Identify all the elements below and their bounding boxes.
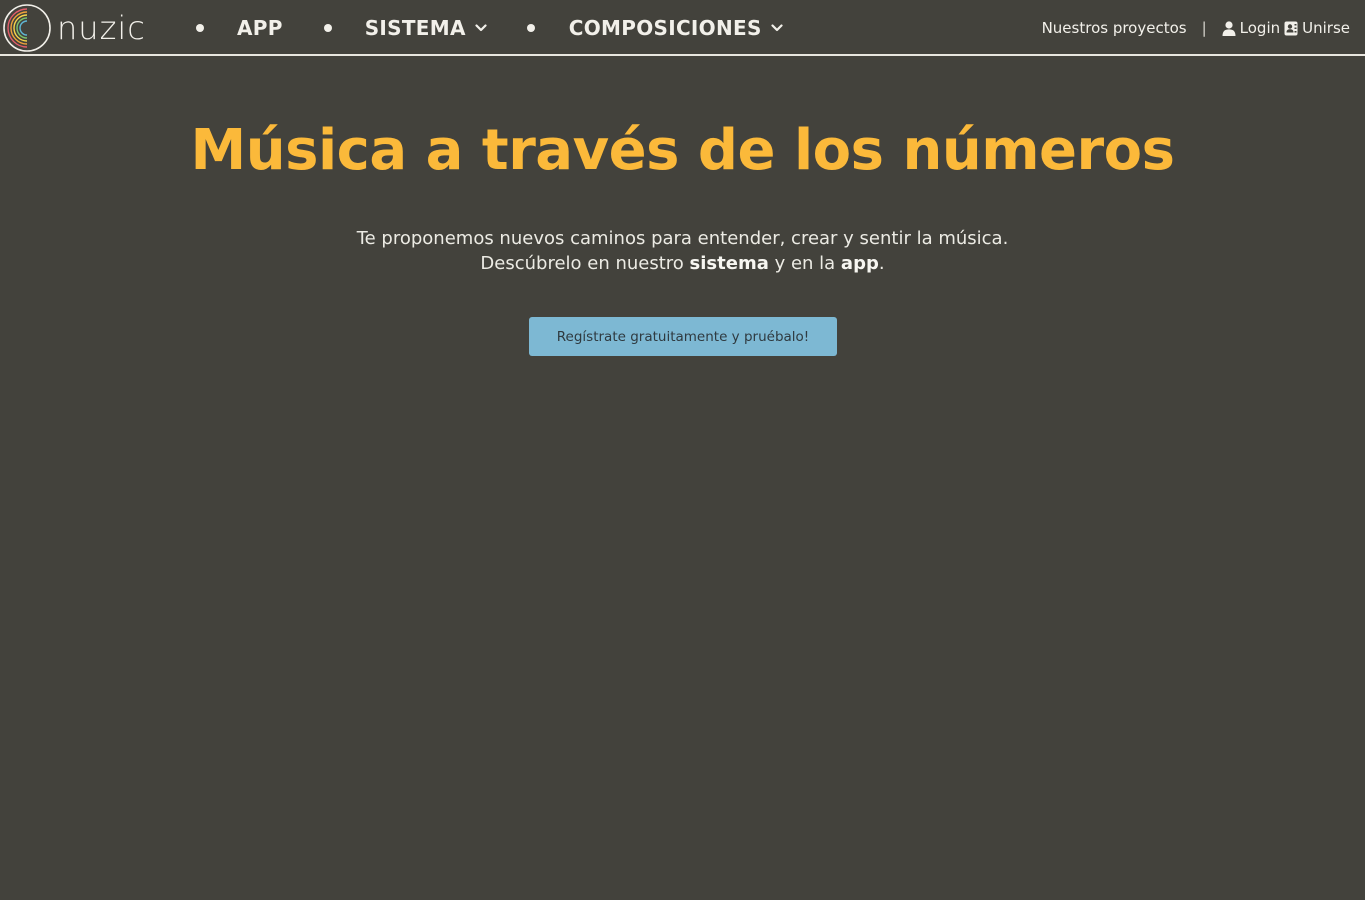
nav-bullet-icon bbox=[323, 24, 332, 32]
nav-bullet-icon bbox=[196, 24, 204, 32]
register-button[interactable]: Regístrate gratuitamente y pruébalo! bbox=[529, 317, 837, 356]
nav-separator: | bbox=[1201, 19, 1207, 37]
nav-item-label: COMPOSICIONES bbox=[568, 16, 762, 40]
hero-subtitle: Te proponemos nuevos caminos para entend… bbox=[0, 226, 1365, 276]
line2-suffix: . bbox=[878, 253, 885, 274]
chevron-down-icon bbox=[475, 24, 487, 32]
hero-title: Música a través de los números bbox=[190, 118, 1175, 183]
nav-item-sistema[interactable]: SISTEMA bbox=[365, 16, 487, 40]
line2-prefix: Descúbrelo en nuestro bbox=[480, 253, 690, 274]
nav-item-app[interactable]: APP bbox=[237, 16, 283, 40]
login-label: Login bbox=[1239, 19, 1281, 37]
nav-bullet-icon bbox=[526, 24, 535, 32]
app-link[interactable]: app bbox=[841, 253, 879, 274]
line2-middle: y en la bbox=[768, 253, 841, 274]
user-icon bbox=[1222, 20, 1236, 36]
user-nav: Nuestros proyectos | Login Unirse bbox=[1042, 0, 1350, 56]
top-navbar: nuzic APP SISTEMA COMPOSICIONES Nuestros… bbox=[0, 0, 1365, 56]
hero-subtitle-line1: Te proponemos nuevos caminos para entend… bbox=[356, 228, 1009, 249]
nav-item-label: SISTEMA bbox=[364, 16, 466, 40]
join-link[interactable]: Unirse bbox=[1284, 19, 1350, 37]
nuzic-logo[interactable]: nuzic bbox=[2, 2, 162, 54]
hero-subtitle-line2: Descúbrelo en nuestro sistema y en la ap… bbox=[0, 251, 1365, 276]
address-card-icon bbox=[1284, 21, 1298, 35]
main-nav: APP SISTEMA COMPOSICIONES bbox=[196, 0, 783, 56]
nav-item-label: APP bbox=[237, 16, 283, 40]
nav-item-composiciones[interactable]: COMPOSICIONES bbox=[569, 16, 783, 40]
brand-name: nuzic bbox=[57, 9, 146, 47]
login-link[interactable]: Login bbox=[1222, 19, 1280, 37]
chevron-down-icon bbox=[771, 24, 783, 32]
sistema-link[interactable]: sistema bbox=[690, 253, 769, 274]
nuzic-logo-icon bbox=[3, 4, 51, 52]
join-label: Unirse bbox=[1302, 19, 1350, 37]
projects-link[interactable]: Nuestros proyectos bbox=[1042, 19, 1187, 37]
